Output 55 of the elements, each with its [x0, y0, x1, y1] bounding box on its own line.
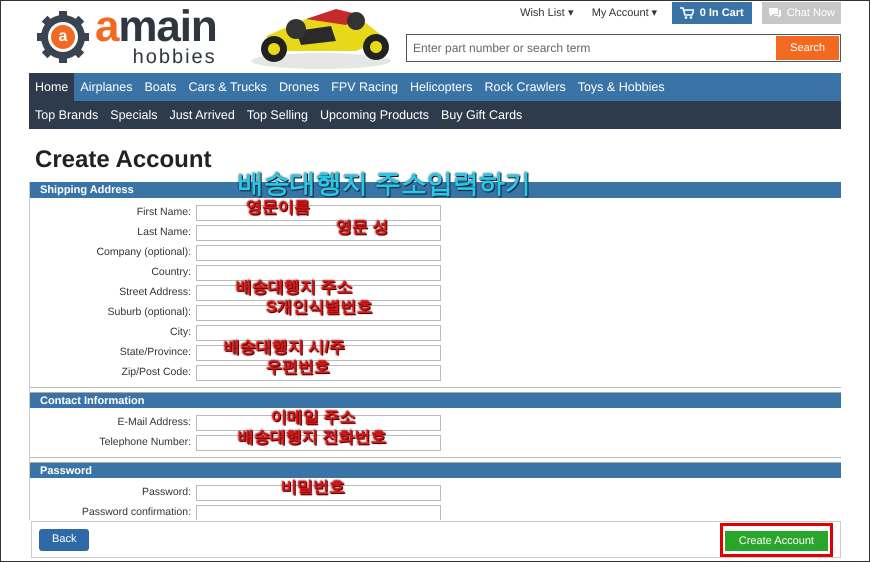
back-button[interactable]: Back: [39, 528, 90, 550]
nav-tab[interactable]: Airplanes: [74, 73, 138, 101]
annotation-text: 배송대행지 전화번호: [238, 430, 386, 446]
section-header: Password: [30, 462, 841, 478]
annotation-text: 배송대행지 주소: [236, 280, 352, 296]
nav-tab[interactable]: Rock Crawlers: [478, 73, 572, 101]
nav-tab[interactable]: Helicopters: [404, 73, 478, 101]
field-label: Password:: [140, 485, 192, 500]
input-field[interactable]: [196, 245, 441, 261]
field-label: Company (optional):: [95, 245, 192, 260]
search-field[interactable]: Enter part number or search term Search: [406, 34, 841, 62]
nav-tab[interactable]: FPV Racing: [325, 73, 404, 101]
nav-tab[interactable]: Drones: [272, 73, 326, 101]
annotation-text: 우편번호: [266, 360, 330, 376]
annotation-text: 영문 성: [336, 220, 388, 236]
cart-button[interactable]: 0 In Cart: [672, 2, 752, 24]
dropdown-link[interactable]: Wish List ▾: [516, 4, 578, 22]
field-label: State/Province:: [118, 345, 192, 360]
search-button[interactable]: Search: [776, 36, 839, 60]
page-title: Create Account: [35, 145, 212, 175]
annotation-text: 이메일 주소: [271, 410, 356, 426]
nav-link[interactable]: Just Arrived: [163, 101, 241, 129]
field-label: City:: [169, 325, 192, 340]
annotation-text: 영문이름: [246, 200, 310, 216]
annotation-text: 배송대행지 시/주: [224, 340, 345, 356]
input-field[interactable]: [196, 265, 441, 281]
speech-bubble-icon: [768, 7, 782, 19]
section-header: Contact Information: [30, 392, 841, 408]
logo-wordmark: amain: [95, 7, 217, 47]
nav-link[interactable]: Buy Gift Cards: [435, 101, 528, 129]
field-label: E-Mail Address:: [116, 415, 192, 430]
nav-link[interactable]: Top Brands: [29, 101, 104, 129]
field-label: Street Address:: [118, 285, 192, 300]
nav-link[interactable]: Specials: [104, 101, 164, 129]
field-label: Telephone Number:: [98, 435, 192, 450]
field-label: Zip/Post Code:: [120, 365, 192, 380]
field-label: Suburb (optional):: [106, 305, 192, 320]
nav-tab[interactable]: Boats: [138, 73, 182, 101]
cart-icon: [680, 7, 694, 19]
logo-subtitle: hobbies: [132, 47, 217, 67]
input-field[interactable]: [196, 325, 441, 341]
field-label: Password confirmation:: [80, 505, 192, 520]
nav-link[interactable]: Upcoming Products: [314, 101, 436, 129]
field-label: Last Name:: [136, 225, 192, 240]
create-account-button[interactable]: Create Account: [724, 530, 828, 551]
input-field[interactable]: [196, 505, 441, 520]
nav-link[interactable]: Top Selling: [240, 101, 314, 129]
nav-tab[interactable]: Toys & Hobbies: [572, 73, 671, 101]
annotation-text: S개인식별번호: [266, 300, 373, 316]
field-label: First Name:: [136, 205, 192, 220]
nav-tab[interactable]: Cars & Trucks: [182, 73, 273, 101]
nav-tab[interactable]: Home: [29, 73, 74, 101]
annotation-text: 비밀번호: [281, 480, 345, 496]
field-label: Country:: [150, 265, 192, 280]
dropdown-link[interactable]: My Account ▾: [588, 4, 662, 22]
